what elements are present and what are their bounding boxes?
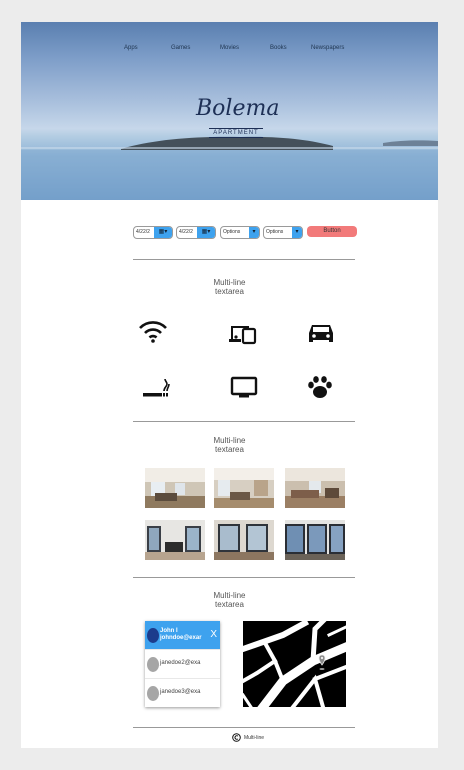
close-icon[interactable]: X — [210, 629, 217, 640]
pet-icon — [308, 376, 332, 398]
gallery-photo[interactable] — [285, 468, 345, 508]
divider — [133, 727, 355, 728]
chevron-down-icon[interactable]: ▾ — [292, 227, 302, 238]
nav-item-games[interactable]: Games — [171, 45, 190, 51]
contact-email: janedoe3@exa — [160, 689, 201, 695]
calendar-icon[interactable]: ▦▾ — [197, 227, 215, 238]
footer-text: Multi-line — [244, 735, 265, 741]
gallery-photo[interactable] — [145, 468, 205, 508]
section-heading-amenities: Multi-line textarea — [21, 278, 438, 296]
divider — [133, 577, 355, 578]
contact-list-item[interactable]: janedoe3@exa — [145, 678, 220, 707]
gallery-photo[interactable] — [214, 468, 274, 508]
smoking-icon — [143, 378, 170, 397]
heading-line: textarea — [215, 445, 244, 454]
heading-line: Multi-line — [213, 278, 246, 287]
page: Apps Games Movies Books Newspapers Bolem… — [21, 22, 438, 748]
logo-title: Bolema — [196, 96, 280, 121]
hero-banner: Apps Games Movies Books Newspapers Bolem… — [21, 22, 438, 200]
date-to-value: 4/22/2 — [179, 229, 193, 235]
filter-bar: 4/22/2 ▦▾ 4/22/2 ▦▾ Options ▾ Options ▾ … — [21, 226, 438, 239]
top-nav: Apps Games Movies Books Newspapers — [21, 45, 438, 55]
location-map[interactable] — [243, 621, 346, 707]
heading-line: Multi-line — [213, 591, 246, 600]
heading-line: textarea — [215, 287, 244, 296]
select-1-value: Options — [223, 229, 241, 235]
section-heading-gallery: Multi-line textarea — [21, 436, 438, 454]
nav-item-newspapers[interactable]: Newspapers — [311, 45, 344, 51]
date-from-picker[interactable]: 4/22/2 ▦▾ — [133, 226, 173, 239]
divider — [133, 421, 355, 422]
options-select-2[interactable]: Options ▾ — [263, 226, 303, 239]
calendar-icon[interactable]: ▦▾ — [154, 227, 172, 238]
copyright-icon — [232, 733, 241, 742]
nav-item-movies[interactable]: Movies — [220, 45, 239, 51]
chevron-down-icon[interactable]: ▾ — [249, 227, 259, 238]
section-heading-contact: Multi-line textarea — [21, 591, 438, 609]
date-from-value: 4/22/2 — [136, 229, 150, 235]
heading-line: textarea — [215, 600, 244, 609]
heading-line: Multi-line — [213, 436, 246, 445]
tv-icon — [230, 376, 258, 398]
avatar — [147, 686, 159, 701]
options-select-1[interactable]: Options ▾ — [220, 226, 260, 239]
gallery-photo[interactable] — [285, 520, 345, 560]
contact-list-item[interactable]: janedoe2@exa — [145, 649, 220, 678]
select-2-value: Options — [266, 229, 284, 235]
divider — [133, 259, 355, 260]
gallery-photo[interactable] — [145, 520, 205, 560]
action-button[interactable]: Button — [307, 226, 357, 237]
wifi-icon — [139, 321, 167, 343]
devices-icon — [229, 326, 257, 345]
nav-item-apps[interactable]: Apps — [124, 45, 138, 51]
contact-email: janedoe2@exa — [160, 660, 201, 666]
logo-subtitle: APARTMENT — [209, 128, 263, 138]
avatar — [147, 628, 159, 643]
contact-list: John I johndoe@exar X janedoe2@exa janed… — [145, 621, 220, 707]
nav-item-books[interactable]: Books — [270, 45, 287, 51]
logo: Bolema APARTMENT — [196, 96, 280, 139]
avatar — [147, 657, 159, 672]
contact-name: John I — [160, 628, 178, 634]
car-icon — [309, 325, 333, 342]
gallery-photo[interactable] — [214, 520, 274, 560]
footer: Multi-line — [21, 733, 438, 743]
date-to-picker[interactable]: 4/22/2 ▦▾ — [176, 226, 216, 239]
contact-list-item-active[interactable]: John I johndoe@exar X — [145, 621, 220, 649]
contact-email: johndoe@exar — [160, 635, 202, 641]
